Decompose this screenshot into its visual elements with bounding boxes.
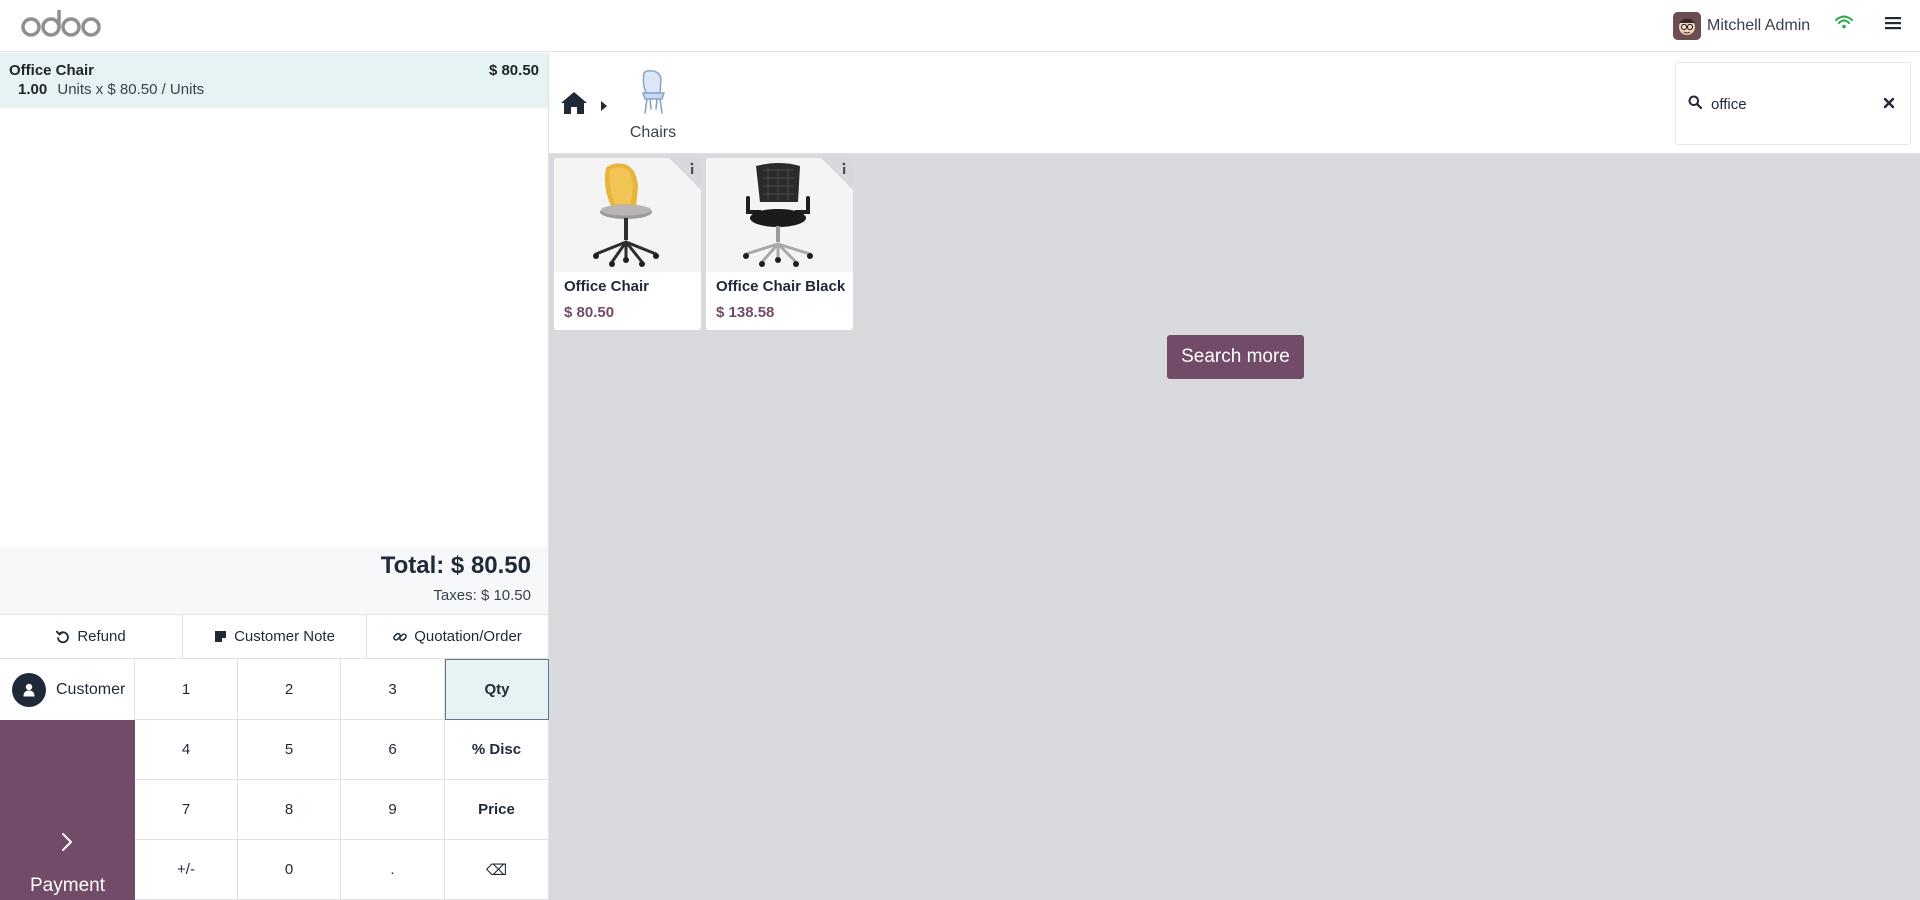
odoo-logo[interactable] — [20, 9, 104, 45]
category-label: Chairs — [629, 124, 677, 141]
order-line-price: $ 80.50 — [488, 62, 539, 79]
numpad: 1 2 3 Qty 4 5 6 % Disc 7 8 9 Price +/- 0… — [135, 659, 549, 900]
numpad-key-7[interactable]: 7 — [135, 780, 238, 840]
payment-label: Payment — [30, 875, 105, 896]
user-menu[interactable]: Mitchell Admin — [1673, 12, 1810, 40]
info-icon[interactable] — [821, 158, 853, 190]
order-line-quantity: 1.00 — [18, 81, 48, 98]
numpad-key-plus-minus[interactable]: +/- — [135, 840, 238, 900]
order-line-info: 1.00 Units x $ 80.50 / Units — [18, 81, 204, 98]
numpad-key-9[interactable]: 9 — [341, 780, 445, 840]
home-icon[interactable] — [560, 91, 588, 120]
chair-icon — [641, 70, 666, 114]
product-card[interactable]: Office Chair $ 80.50 — [554, 158, 701, 330]
numpad-key-1[interactable]: 1 — [135, 659, 238, 720]
info-icon[interactable] — [669, 158, 701, 190]
customer-button[interactable]: Customer — [0, 659, 135, 720]
numpad-key-8[interactable]: 8 — [238, 780, 341, 840]
numpad-key-6[interactable]: 6 — [341, 720, 445, 780]
numpad-key-5[interactable]: 5 — [238, 720, 341, 780]
wifi-icon — [1835, 15, 1853, 34]
user-icon — [12, 672, 46, 707]
order-total: Total: $ 80.50 — [380, 552, 531, 579]
customer-note-button[interactable]: Customer Note — [182, 615, 366, 658]
numpad-mode-discount[interactable]: % Disc — [445, 720, 549, 780]
user-name: Mitchell Admin — [1707, 17, 1811, 34]
payment-button[interactable]: Payment — [0, 720, 135, 900]
order-line[interactable]: Office Chair $ 80.50 1.00 Units x $ 80.5… — [0, 53, 548, 108]
product-card[interactable]: Office Chair Black $ 138.58 — [706, 158, 853, 330]
numpad-backspace[interactable]: ⌫ — [445, 840, 549, 900]
customer-label: Customer — [56, 680, 126, 698]
top-navbar: Mitchell Admin — [0, 0, 1920, 52]
numpad-key-2[interactable]: 2 — [238, 659, 341, 720]
quotation-order-button[interactable]: Quotation/Order — [366, 615, 548, 658]
category-bar: Chairs — [549, 53, 1920, 154]
user-avatar — [1673, 12, 1701, 40]
numpad-mode-qty[interactable]: Qty — [445, 659, 549, 720]
product-name: Office Chair — [564, 278, 650, 295]
order-line-detail: Units x $ 80.50 / Units — [57, 81, 205, 98]
chevron-right-icon — [62, 833, 72, 851]
numpad-key-decimal[interactable]: . — [341, 840, 445, 900]
category-chairs[interactable]: Chairs — [622, 69, 684, 142]
link-icon — [393, 632, 408, 641]
numpad-key-4[interactable]: 4 — [135, 720, 238, 780]
quotation-order-label: Quotation/Order — [414, 628, 522, 645]
search-more-button[interactable]: Search more — [1167, 335, 1304, 379]
numpad-key-0[interactable]: 0 — [238, 840, 341, 900]
search-box — [1675, 62, 1911, 145]
search-input[interactable] — [1711, 93, 1871, 115]
undo-icon — [56, 630, 70, 643]
numpad-key-3[interactable]: 3 — [341, 659, 445, 720]
menu-icon[interactable] — [1885, 16, 1901, 35]
order-taxes: Taxes: $ 10.50 — [433, 587, 531, 604]
product-price: $ 80.50 — [564, 304, 615, 321]
caret-right-icon — [601, 98, 607, 116]
customer-note-label: Customer Note — [234, 628, 335, 645]
numpad-mode-price[interactable]: Price — [445, 780, 549, 840]
order-line-product: Office Chair — [9, 62, 95, 79]
product-name: Office Chair Black — [716, 278, 846, 295]
product-price: $ 138.58 — [716, 304, 775, 321]
clear-search-icon[interactable] — [1883, 96, 1895, 114]
products-pane: Chairs office Office Chair $ 80.50 Offic… — [549, 53, 1920, 900]
order-pane: Office Chair $ 80.50 1.00 Units x $ 80.5… — [0, 53, 549, 900]
search-icon — [1688, 95, 1703, 114]
refund-button[interactable]: Refund — [0, 615, 182, 658]
control-buttons: Refund Customer Note Quotation/Order — [0, 614, 548, 659]
note-icon — [215, 631, 227, 642]
order-summary: Total: $ 80.50 Taxes: $ 10.50 — [0, 547, 548, 614]
refund-label: Refund — [77, 628, 126, 645]
